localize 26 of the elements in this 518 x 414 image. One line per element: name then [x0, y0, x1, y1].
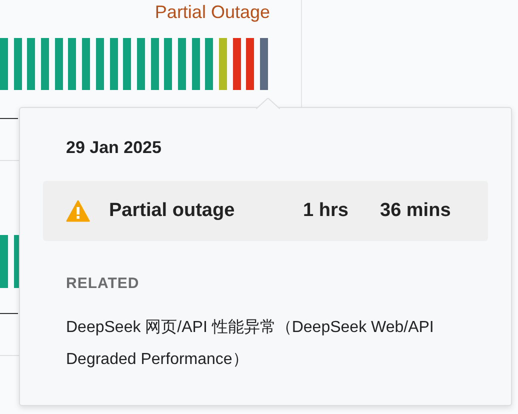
incident-type: Partial outage — [109, 198, 236, 223]
uptime-bar[interactable] — [192, 38, 200, 90]
uptime-bar[interactable] — [164, 38, 172, 90]
uptime-bar[interactable] — [14, 38, 22, 90]
uptime-bar[interactable] — [123, 38, 132, 90]
uptime-bar[interactable] — [205, 38, 214, 90]
uptime-bar[interactable] — [150, 38, 159, 90]
uptime-bar[interactable] — [136, 38, 145, 90]
uptime-bar[interactable] — [41, 38, 50, 90]
uptime-bar[interactable] — [246, 38, 254, 90]
uptime-bar[interactable] — [68, 38, 76, 90]
uptime-bar[interactable] — [110, 38, 118, 90]
uptime-bar[interactable] — [82, 38, 90, 90]
related-incident-link[interactable]: DeepSeek 网页/API 性能异常（DeepSeek Web/API Degraded Performance） — [66, 312, 466, 376]
warning-icon — [66, 200, 90, 222]
related-heading: RELATED — [66, 274, 140, 294]
uptime-bar[interactable] — [178, 38, 186, 90]
duration-minutes: 36 mins — [380, 198, 451, 223]
tooltip-date: 29 Jan 2025 — [66, 137, 162, 159]
uptime-bar[interactable] — [260, 38, 268, 90]
duration-hours: 1 hrs — [303, 198, 350, 223]
uptime-bar[interactable] — [232, 38, 241, 90]
uptime-bar[interactable] — [96, 38, 104, 90]
status-label: Partial Outage — [154, 2, 270, 22]
uptime-bar[interactable] — [54, 38, 63, 90]
uptime-bar[interactable] — [27, 38, 36, 90]
